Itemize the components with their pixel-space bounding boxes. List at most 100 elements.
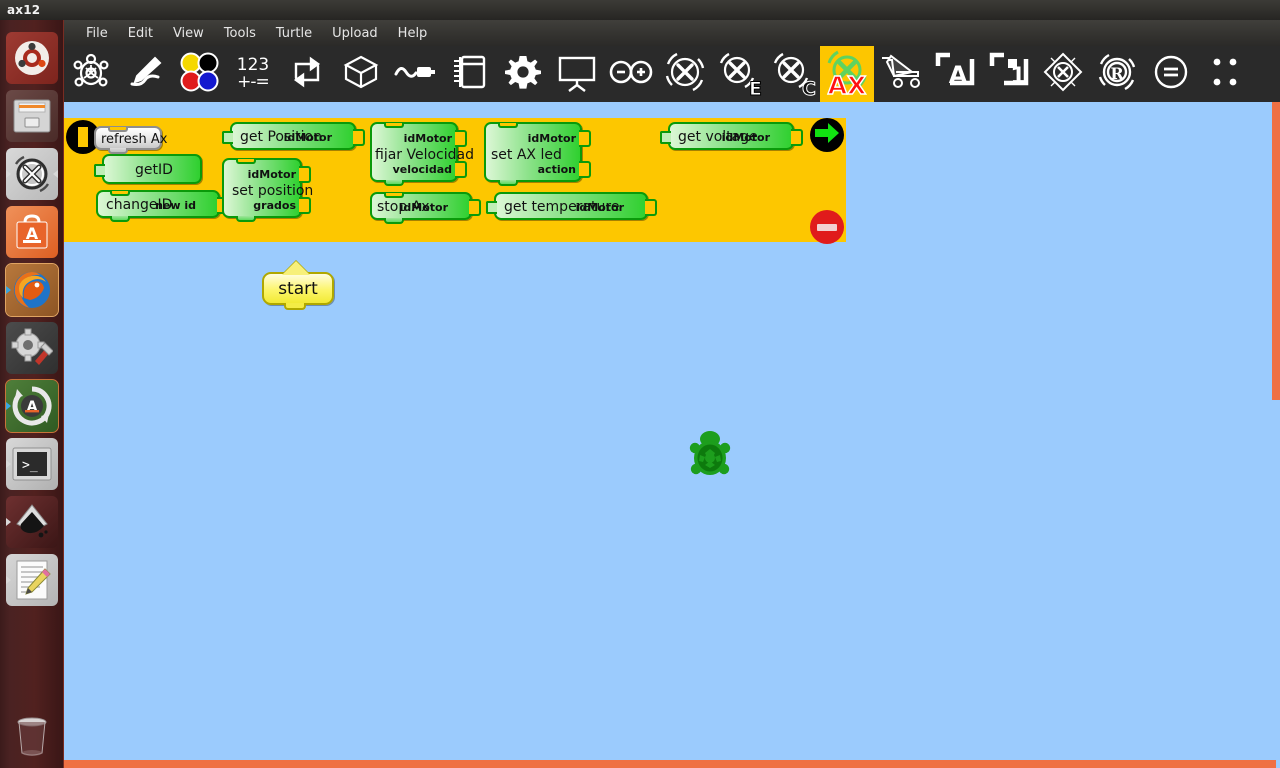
toolbar-button-presentation-palette[interactable] xyxy=(550,46,604,102)
launcher-item-software-center[interactable]: A xyxy=(6,206,58,258)
launcher-item-dash-home[interactable] xyxy=(6,32,58,84)
toolbar-button-numbers-palette[interactable]: 123 +-= xyxy=(226,46,280,102)
diamond-icon xyxy=(1041,50,1085,98)
block-get-voltage[interactable]: get voltage idMotor xyxy=(660,122,803,150)
launcher-item-trash[interactable] xyxy=(6,710,58,762)
block-socket-right[interactable] xyxy=(791,129,803,146)
toolbar-button-butia-palette[interactable] xyxy=(658,46,712,102)
launcher-running-indicator xyxy=(6,460,11,468)
toolbar-button-media-palette[interactable] xyxy=(442,46,496,102)
toolbar-button-turtle-palette[interactable] xyxy=(64,46,118,102)
box-icon xyxy=(341,52,381,96)
horizontal-scrollbar-thumb[interactable] xyxy=(64,760,1276,768)
launcher-item-firefox[interactable] xyxy=(5,263,59,317)
start-block[interactable]: start xyxy=(262,261,334,310)
block-refresh-ax[interactable]: refresh Ax xyxy=(94,126,167,154)
toolbar-button-extras-palette[interactable] xyxy=(604,46,658,102)
menu-upload[interactable]: Upload xyxy=(322,23,388,44)
block-socket-right[interactable] xyxy=(645,199,657,216)
block-notch-top xyxy=(110,191,130,196)
palette-scroll-right-button[interactable] xyxy=(810,118,844,152)
block-socket-right-idmotor[interactable] xyxy=(455,130,467,147)
block-arg-label-velocidad: velocidad xyxy=(392,163,452,176)
inkscape-icon xyxy=(6,496,58,548)
block-arg-label: idMotor xyxy=(721,131,770,144)
menubar: File Edit View Tools Turtle Upload Help xyxy=(64,20,1280,46)
block-get-position[interactable]: get Position idMotor xyxy=(222,122,365,150)
toolbar-button-equals-palette[interactable] xyxy=(1144,46,1198,102)
toolbar-button-sensors-palette[interactable] xyxy=(388,46,442,102)
launcher-item-terminal[interactable]: >_ xyxy=(6,438,58,490)
block-palette-tray: refresh Ax getID changeID new id get Pos… xyxy=(64,118,846,244)
menu-edit[interactable]: Edit xyxy=(118,23,163,44)
menu-help[interactable]: Help xyxy=(388,23,438,44)
toolbar-button-diamond-palette[interactable] xyxy=(1036,46,1090,102)
block-socket-right[interactable] xyxy=(353,129,365,146)
toolbar-button-gear-palette[interactable] xyxy=(496,46,550,102)
launcher-item-settings[interactable] xyxy=(6,322,58,374)
block-socket-right-grados[interactable] xyxy=(299,197,311,214)
block-set-ax-led[interactable]: idMotor set AX led action xyxy=(484,122,591,186)
block-socket-right-idmotor[interactable] xyxy=(299,166,311,183)
menu-tools[interactable]: Tools xyxy=(214,23,266,44)
firefox-icon xyxy=(6,264,58,316)
launcher-item-inkscape[interactable] xyxy=(6,496,58,548)
block-arg-label-idmotor: idMotor xyxy=(527,132,576,145)
trash-icon xyxy=(6,710,58,762)
block-stop-ax[interactable]: stop Ax idMotor xyxy=(370,192,481,224)
block-arg-label: new id xyxy=(155,199,196,212)
toolbar-button-overflow[interactable] xyxy=(1198,46,1252,102)
text-editor-icon xyxy=(6,554,58,606)
dash-home-icon xyxy=(6,32,58,84)
block-socket-right[interactable] xyxy=(469,199,481,216)
workspace-canvas[interactable]: refresh Ax getID changeID new id get Pos… xyxy=(64,102,1280,768)
settings-icon xyxy=(6,322,58,374)
block-arg-label: idMotor xyxy=(283,131,332,144)
turtle-sprite[interactable] xyxy=(688,427,732,479)
vertical-scrollbar[interactable] xyxy=(1272,102,1280,768)
block-get-id[interactable]: getID xyxy=(94,154,202,184)
palette-hide-button[interactable] xyxy=(810,210,844,244)
vertical-scrollbar-thumb[interactable] xyxy=(1272,102,1280,400)
gear-icon xyxy=(503,52,543,96)
block-change-id[interactable]: changeID new id xyxy=(96,190,229,222)
launcher-item-files[interactable] xyxy=(6,90,58,142)
launcher-focus-indicator xyxy=(53,170,58,178)
butia-icon xyxy=(663,50,707,98)
block-fijar-velocidad[interactable]: idMotor fijar Velocidad velocidad xyxy=(370,122,474,186)
menu-view[interactable]: View xyxy=(163,23,214,44)
presentation-icon xyxy=(555,52,599,96)
toolbar-button-flow-palette[interactable] xyxy=(280,46,334,102)
toolbar-button-ax-palette[interactable]: AX xyxy=(820,46,874,102)
block-plug-left xyxy=(222,131,233,144)
block-label: fijar Velocidad xyxy=(375,147,474,163)
horizontal-scrollbar[interactable] xyxy=(64,760,1280,768)
toolbar-button-font-1[interactable]: 1 xyxy=(982,46,1036,102)
launcher-running-indicator xyxy=(6,402,11,410)
menu-turtle[interactable]: Turtle xyxy=(266,23,322,44)
block-set-position[interactable]: idMotor set position grados xyxy=(222,158,313,222)
block-socket-right-velocidad[interactable] xyxy=(455,161,467,178)
update-manager-icon: A xyxy=(6,380,58,432)
block-socket-right-idmotor[interactable] xyxy=(579,130,591,147)
block-label: set position xyxy=(232,183,314,199)
screen: ax12 A A >_ File Edit View Tools Turtle … xyxy=(0,0,1280,768)
block-socket-right-action[interactable] xyxy=(579,161,591,178)
toolbar-button-box-palette[interactable] xyxy=(334,46,388,102)
minus-icon xyxy=(817,223,837,231)
toolbar-button-pen-palette[interactable] xyxy=(118,46,172,102)
flow-icon xyxy=(287,52,327,96)
block-get-temperature[interactable]: get temperature idMotor xyxy=(486,192,657,220)
toolbar-button-font-a[interactable]: A xyxy=(928,46,982,102)
toolbar-button-robot-r-palette[interactable]: R xyxy=(1090,46,1144,102)
menu-file[interactable]: File xyxy=(76,23,118,44)
toolbar-button-butia-c-palette[interactable]: C xyxy=(766,46,820,102)
toolbar-button-colors-palette[interactable] xyxy=(172,46,226,102)
launcher-item-text-editor[interactable] xyxy=(6,554,58,606)
block-notch-top xyxy=(498,123,518,128)
toolbar-button-cart-palette[interactable] xyxy=(874,46,928,102)
launcher-item-turtleblocks[interactable] xyxy=(6,148,58,200)
pen-icon xyxy=(125,52,165,96)
launcher-item-update-manager[interactable]: A xyxy=(5,379,59,433)
toolbar-button-butia-e-palette[interactable]: E xyxy=(712,46,766,102)
